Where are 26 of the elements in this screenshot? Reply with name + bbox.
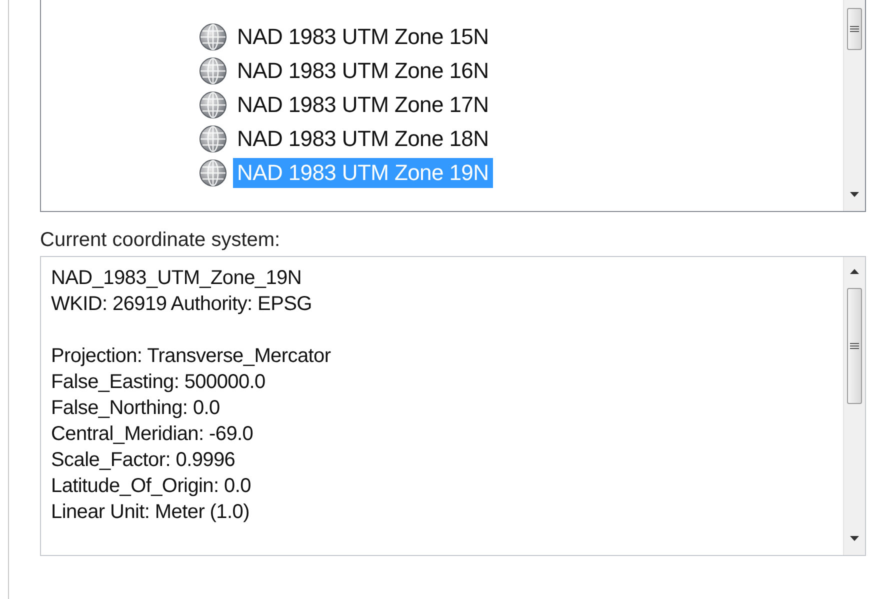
- scrollbar-thumb[interactable]: [847, 288, 862, 404]
- detail-line: Latitude_Of_Origin: 0.0: [51, 474, 252, 499]
- detail-line: WKID: 26919 Authority: EPSG: [51, 292, 313, 317]
- detail-line: False_Northing: 0.0: [51, 396, 221, 421]
- scroll-down-icon[interactable]: [850, 192, 859, 197]
- detail-line: Linear Unit: Meter (1.0): [51, 500, 250, 525]
- globe-icon: [199, 125, 227, 153]
- globe-icon: [199, 159, 227, 187]
- current-system-label: Current coordinate system:: [40, 228, 282, 252]
- globe-icon: [199, 57, 227, 85]
- scrollbar[interactable]: [843, 257, 865, 555]
- list-item[interactable]: NAD 1983 UTM Zone 17N: [233, 90, 493, 120]
- scroll-down-icon[interactable]: [850, 536, 859, 541]
- globe-icon: [199, 91, 227, 119]
- scrollbar-thumb[interactable]: [847, 8, 862, 50]
- list-item[interactable]: NAD 1983 UTM Zone 15N: [233, 22, 493, 52]
- globe-icon: [199, 23, 227, 51]
- scroll-up-icon[interactable]: [850, 269, 859, 274]
- detail-line: Projection: Transverse_Mercator: [51, 344, 332, 369]
- detail-line: Scale_Factor: 0.9996: [51, 448, 236, 473]
- detail-line: Central_Meridian: -69.0: [51, 422, 254, 447]
- detail-line: NAD_1983_UTM_Zone_19N: [51, 266, 303, 291]
- list-item[interactable]: NAD 1983 UTM Zone 16N: [233, 56, 493, 86]
- detail-line: False_Easting: 500000.0: [51, 370, 266, 395]
- list-item[interactable]: NAD 1983 UTM Zone 18N: [233, 124, 493, 154]
- scrollbar[interactable]: [843, 0, 865, 211]
